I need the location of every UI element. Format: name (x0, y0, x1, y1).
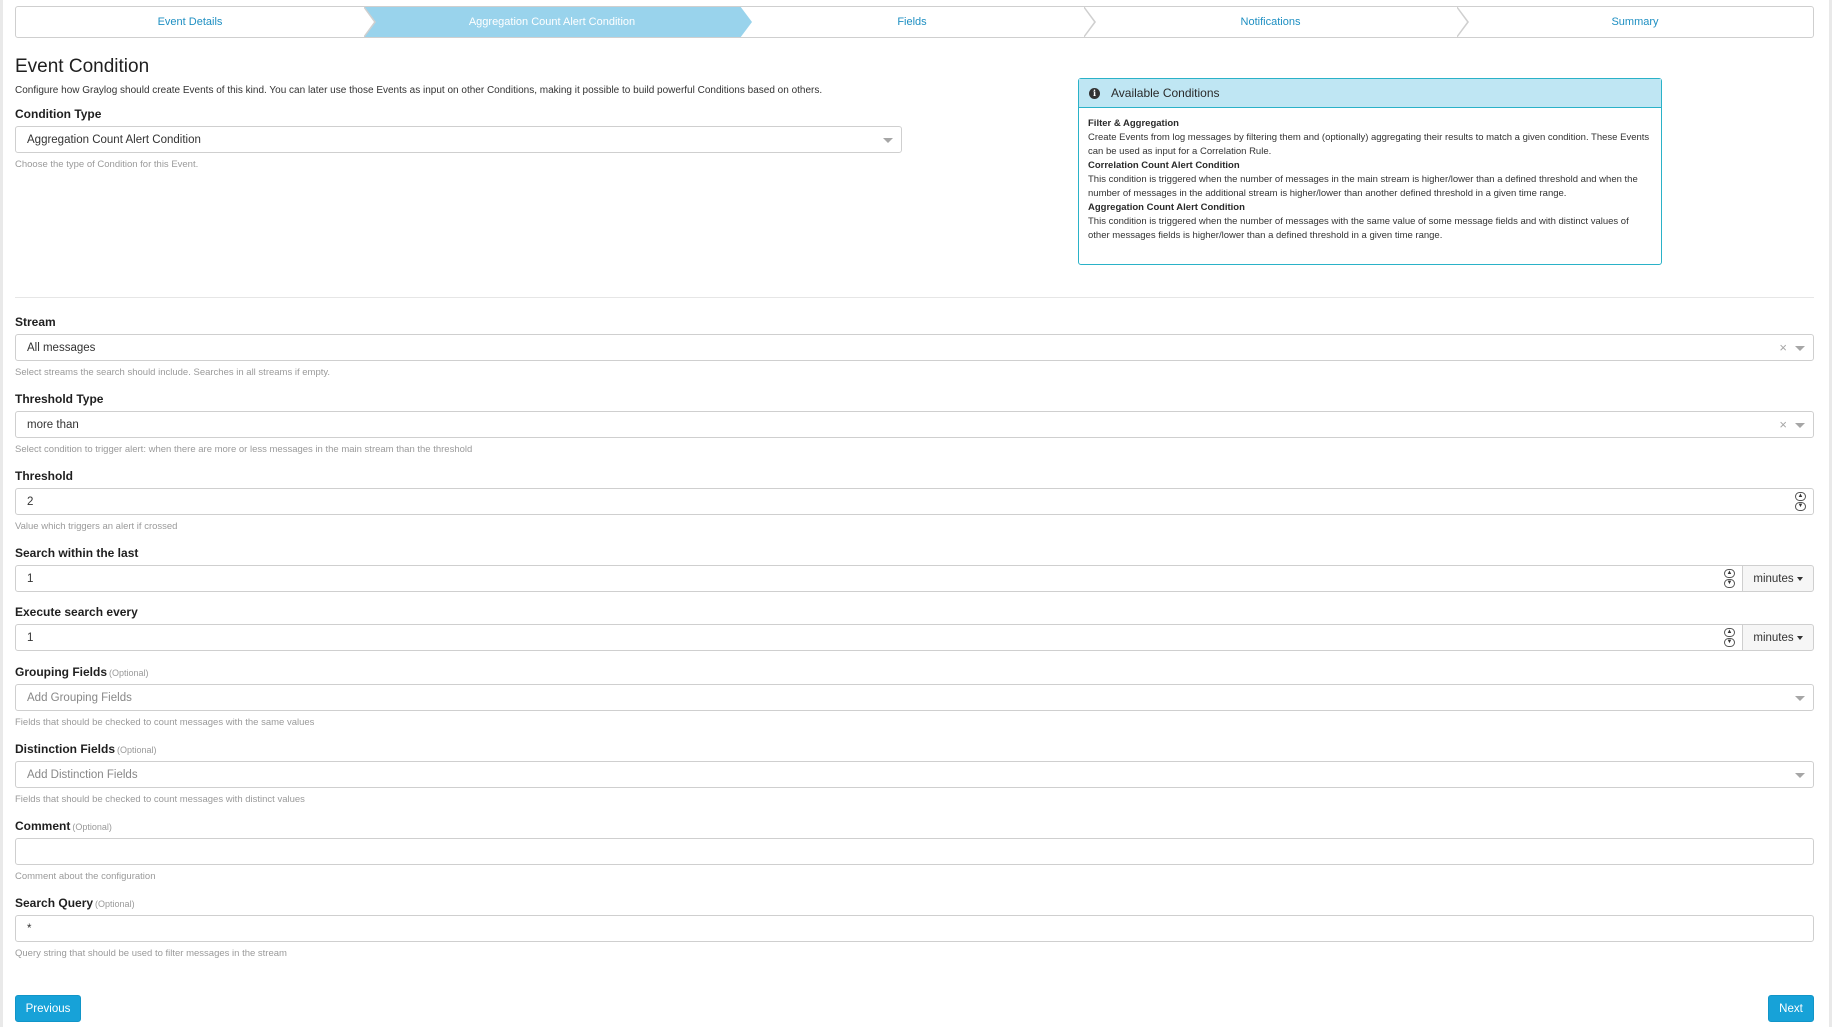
condition-description: Configure how Graylog should create Even… (15, 85, 823, 96)
wizard-step-notifications[interactable]: Notifications (1084, 7, 1469, 37)
search-within-value: 1 (27, 572, 34, 585)
search-within-input[interactable]: 1 ▲ ▼ (15, 565, 1743, 592)
threshold-input[interactable]: 2 ▲ ▼ (15, 488, 1814, 515)
wizard-step-fields[interactable]: Fields (740, 7, 1096, 37)
previous-button[interactable]: Previous (15, 995, 81, 1022)
threshold-type-select[interactable]: more than × (15, 411, 1814, 438)
stream-select[interactable]: All messages × (15, 334, 1814, 361)
wizard-step-summary[interactable]: Summary (1457, 7, 1813, 37)
grouping-fields-select[interactable]: Add Grouping Fields (15, 684, 1814, 711)
threshold-value: 2 (27, 495, 34, 508)
search-query-value: * (27, 922, 32, 935)
condition-type-value: Aggregation Count Alert Condition (27, 133, 201, 146)
search-within-label: Search within the last (15, 546, 139, 560)
available-conditions-body: Filter & Aggregation Create Events from … (1079, 108, 1661, 243)
caret-down-icon (1795, 423, 1805, 428)
caret-down-icon (1795, 346, 1805, 351)
threshold-help: Value which triggers an alert if crossed (15, 521, 178, 532)
condition-name: Aggregation Count Alert Condition (1088, 202, 1245, 213)
execute-every-unit-dropdown[interactable]: minutes (1742, 624, 1814, 651)
wizard-step-label: Event Details (157, 16, 223, 28)
clear-x-icon[interactable]: × (1779, 340, 1787, 355)
stream-help: Select streams the search should include… (15, 367, 331, 378)
info-circle-icon: i (1089, 87, 1100, 99)
caret-down-icon (1795, 773, 1805, 778)
wizard-step-label: Summary (1611, 16, 1659, 28)
number-spinner-icon[interactable]: ▲ ▼ (1724, 628, 1735, 648)
page-title: Event Condition (15, 56, 150, 77)
condition-type-help: Choose the type of Condition for this Ev… (15, 159, 199, 170)
search-within-unit-dropdown[interactable]: minutes (1742, 565, 1814, 592)
stream-label: Stream (15, 315, 56, 329)
comment-label: Comment (Optional) (15, 819, 112, 833)
caret-down-icon (1795, 696, 1805, 701)
available-conditions-panel: i Available Conditions Filter & Aggregat… (1078, 78, 1662, 265)
caret-down-icon (1796, 576, 1803, 581)
step-arrow-icon (1456, 7, 1469, 37)
condition-text: This condition is triggered when the num… (1088, 174, 1638, 199)
threshold-type-value: more than (27, 418, 79, 431)
step-arrow-icon (363, 7, 376, 37)
execute-every-label: Execute search every (15, 605, 138, 619)
step-arrow-icon (1083, 7, 1096, 37)
number-spinner-icon[interactable]: ▲ ▼ (1724, 569, 1735, 589)
search-query-label: Search Query (Optional) (15, 896, 135, 910)
threshold-label: Threshold (15, 469, 74, 483)
condition-name: Correlation Count Alert Condition (1088, 160, 1240, 171)
wizard-step-label: Notifications (1240, 16, 1301, 28)
wizard-step-aggregation-count-alert-condition[interactable]: Aggregation Count Alert Condition (364, 7, 752, 37)
comment-input[interactable] (15, 838, 1814, 865)
distinction-fields-placeholder: Add Distinction Fields (27, 768, 138, 781)
execute-every-input[interactable]: 1 ▲ ▼ (15, 624, 1743, 651)
condition-text: Create Events from log messages by filte… (1088, 132, 1650, 157)
unit-label: minutes (1753, 572, 1794, 585)
stream-value: All messages (27, 341, 96, 354)
condition-type-select[interactable]: Aggregation Count Alert Condition (15, 126, 902, 153)
wizard-step-label: Aggregation Count Alert Condition (468, 16, 636, 28)
wizard-steps: Event Details Aggregation Count Alert Co… (15, 6, 1814, 38)
wizard-step-event-details[interactable]: Event Details (16, 7, 376, 37)
condition-name: Filter & Aggregation (1088, 118, 1179, 129)
comment-help: Comment about the configuration (15, 871, 156, 882)
next-button[interactable]: Next (1768, 995, 1814, 1022)
section-divider (15, 297, 1814, 298)
threshold-type-help: Select condition to trigger alert: when … (15, 444, 473, 455)
distinction-fields-label: Distinction Fields (Optional) (15, 742, 157, 756)
caret-down-icon (1796, 635, 1803, 640)
condition-text: This condition is triggered when the num… (1088, 216, 1629, 241)
distinction-fields-help: Fields that should be checked to count m… (15, 794, 305, 805)
left-edge (0, 0, 3, 1027)
condition-type-label: Condition Type (15, 107, 102, 121)
distinction-fields-select[interactable]: Add Distinction Fields (15, 761, 1814, 788)
search-query-help: Query string that should be used to filt… (15, 948, 287, 959)
execute-every-value: 1 (27, 631, 34, 644)
caret-down-icon (883, 138, 893, 143)
search-query-input[interactable]: * (15, 915, 1814, 942)
number-spinner-icon[interactable]: ▲ ▼ (1795, 492, 1806, 512)
grouping-fields-placeholder: Add Grouping Fields (27, 691, 132, 704)
step-arrow-icon (739, 7, 752, 37)
wizard-step-label: Fields (897, 16, 927, 28)
available-conditions-header: i Available Conditions (1079, 79, 1661, 108)
clear-x-icon[interactable]: × (1779, 417, 1787, 432)
available-conditions-title: Available Conditions (1111, 86, 1220, 100)
grouping-fields-help: Fields that should be checked to count m… (15, 717, 315, 728)
unit-label: minutes (1753, 631, 1794, 644)
threshold-type-label: Threshold Type (15, 392, 104, 406)
grouping-fields-label: Grouping Fields (Optional) (15, 665, 149, 679)
